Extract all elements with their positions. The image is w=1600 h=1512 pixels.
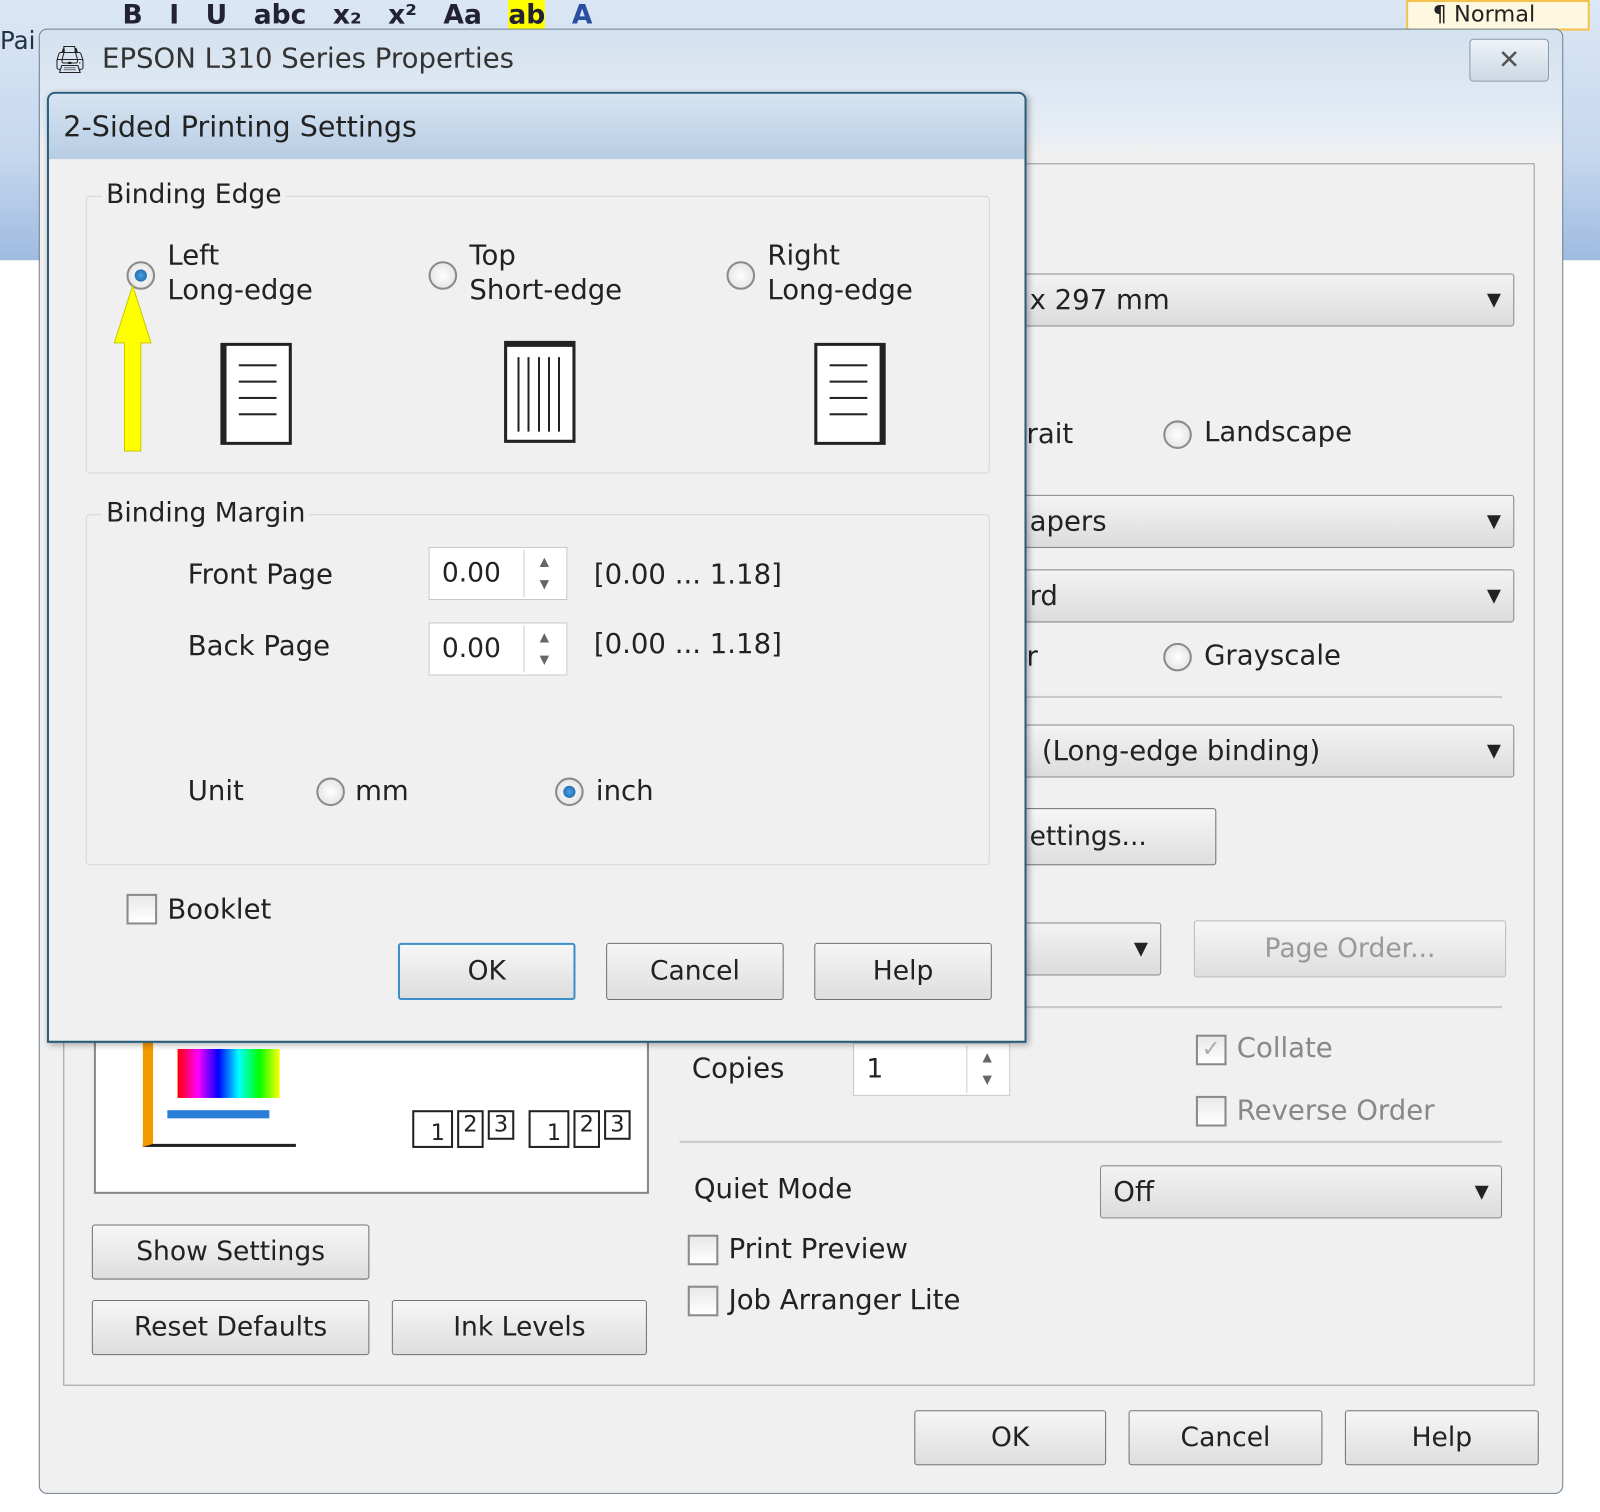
unit-inch-radio[interactable]: [555, 777, 584, 807]
superscript-button[interactable]: x²: [388, 0, 417, 31]
front-page-input[interactable]: 0.00 ▲ ▼: [428, 546, 568, 600]
highlight-button[interactable]: ab: [508, 0, 546, 31]
grayscale-radio[interactable]: [1163, 642, 1192, 672]
close-button[interactable]: ✕: [1469, 38, 1549, 82]
paper-type-select[interactable]: apers ▼: [979, 494, 1515, 548]
spinner-arrows-icon[interactable]: ▲ ▼: [966, 1045, 1007, 1093]
unit-mm-label: mm: [355, 775, 409, 808]
quiet-mode-label: Quiet Mode: [693, 1173, 853, 1206]
underline-button[interactable]: U: [206, 0, 228, 31]
quiet-mode-value: Off: [1113, 1176, 1154, 1208]
collate-pages-icon: 123: [412, 1110, 515, 1148]
ribbon-format-tools[interactable]: B I U abc x₂ x² Aa ab A: [122, 0, 592, 31]
paper-size-select[interactable]: x 297 mm ▼: [979, 273, 1515, 327]
print-preview-label: Print Preview: [728, 1233, 908, 1266]
job-arranger-label: Job Arranger Lite: [728, 1284, 961, 1317]
quiet-mode-select[interactable]: Off ▼: [1099, 1165, 1503, 1219]
back-page-range: [0.00 ... 1.18]: [593, 628, 782, 661]
left-binding-page-icon: [220, 342, 292, 445]
style-normal[interactable]: ¶ Normal: [1406, 0, 1590, 31]
dialog-cancel-button[interactable]: Cancel: [606, 942, 784, 1000]
back-page-value: 0.00: [441, 633, 501, 665]
show-settings-button[interactable]: Show Settings: [91, 1224, 370, 1280]
bold-button[interactable]: B: [122, 0, 142, 31]
ribbon-fragment: Pai: [0, 26, 36, 56]
job-arranger-checkbox[interactable]: [687, 1285, 719, 1317]
page-order-button[interactable]: Page Order...: [1193, 920, 1507, 978]
spinner-arrows-icon[interactable]: ▲ ▼: [523, 549, 564, 597]
booklet-label: Booklet: [167, 893, 272, 926]
front-page-range: [0.00 ... 1.18]: [593, 559, 782, 591]
copies-input[interactable]: 1 ▲ ▼: [853, 1042, 1011, 1096]
landscape-label: Landscape: [1204, 416, 1353, 448]
copies-value: 1: [866, 1054, 884, 1085]
window-title: EPSON L310 Series Properties: [102, 42, 515, 75]
chevron-down-icon: ▼: [1486, 585, 1502, 607]
back-page-label: Back Page: [187, 630, 331, 663]
cancel-button[interactable]: Cancel: [1128, 1410, 1323, 1466]
dialog-help-button[interactable]: Help: [814, 942, 992, 1000]
collate-pages-icon-2: 123: [528, 1110, 631, 1148]
color-label: r: [1026, 640, 1038, 673]
landscape-radio[interactable]: [1163, 420, 1192, 449]
strikethrough-button[interactable]: abc: [254, 0, 307, 31]
front-page-value: 0.00: [441, 558, 501, 589]
right-long-edge-radio[interactable]: [726, 261, 756, 290]
reverse-order-label: Reverse Order: [1236, 1094, 1435, 1127]
change-case-button[interactable]: Aa: [443, 0, 481, 31]
two-sided-select[interactable]: (Long-edge binding) ▼: [979, 724, 1515, 778]
chevron-down-icon: ▼: [1486, 740, 1502, 762]
color-page-icon: [142, 1032, 296, 1147]
collate-label: Collate: [1236, 1032, 1333, 1065]
chevron-down-icon: ▼: [1486, 289, 1502, 311]
subscript-button[interactable]: x₂: [333, 0, 362, 31]
two-sided-value: (Long-edge binding): [1041, 735, 1321, 767]
spinner-arrows-icon[interactable]: ▲ ▼: [523, 625, 564, 673]
quality-select[interactable]: rd ▼: [979, 569, 1515, 623]
chevron-down-icon: ▼: [1474, 1181, 1489, 1203]
two-sided-dialog: 2-Sided Printing Settings Binding Edge L…: [46, 91, 1027, 1043]
reverse-order-checkbox[interactable]: [1195, 1095, 1227, 1127]
top-short-edge-radio[interactable]: [428, 261, 458, 290]
grayscale-label: Grayscale: [1204, 639, 1341, 672]
reset-defaults-button[interactable]: Reset Defaults: [91, 1299, 370, 1356]
top-short-edge-label: Top Short-edge: [469, 239, 623, 307]
unit-mm-radio[interactable]: [316, 777, 345, 807]
italic-button[interactable]: I: [169, 0, 179, 31]
dialog-title: 2-Sided Printing Settings: [48, 93, 1025, 160]
unit-label: Unit: [187, 775, 244, 808]
font-color-button[interactable]: A: [572, 0, 593, 31]
back-page-input[interactable]: 0.00 ▲ ▼: [428, 622, 568, 676]
dialog-ok-button[interactable]: OK: [397, 942, 576, 1000]
unit-inch-label: inch: [595, 775, 654, 808]
copies-label: Copies: [691, 1053, 785, 1085]
ink-levels-button[interactable]: Ink Levels: [391, 1299, 647, 1356]
preview-box: 123 123: [93, 1030, 649, 1194]
yellow-arrow-annotation: [113, 284, 152, 452]
top-binding-page-icon: [504, 340, 576, 443]
print-preview-checkbox[interactable]: [687, 1234, 719, 1266]
portrait-label: rait: [1026, 418, 1074, 450]
binding-edge-title: Binding Edge: [102, 179, 286, 211]
right-long-edge-label: Right Long-edge: [767, 239, 913, 307]
binding-margin-title: Binding Margin: [102, 497, 310, 529]
chevron-down-icon: ▼: [1133, 938, 1148, 960]
right-binding-page-icon: [814, 342, 886, 445]
left-long-edge-label: Left Long-edge: [167, 239, 313, 307]
chevron-down-icon: ▼: [1486, 510, 1502, 533]
help-button[interactable]: Help: [1344, 1410, 1539, 1466]
booklet-checkbox[interactable]: [126, 893, 158, 925]
close-icon: ✕: [1498, 44, 1521, 76]
front-page-label: Front Page: [187, 559, 333, 591]
ok-button[interactable]: OK: [914, 1410, 1107, 1466]
printer-icon: 🖨: [53, 44, 87, 76]
collate-checkbox[interactable]: ✓: [1195, 1034, 1227, 1066]
